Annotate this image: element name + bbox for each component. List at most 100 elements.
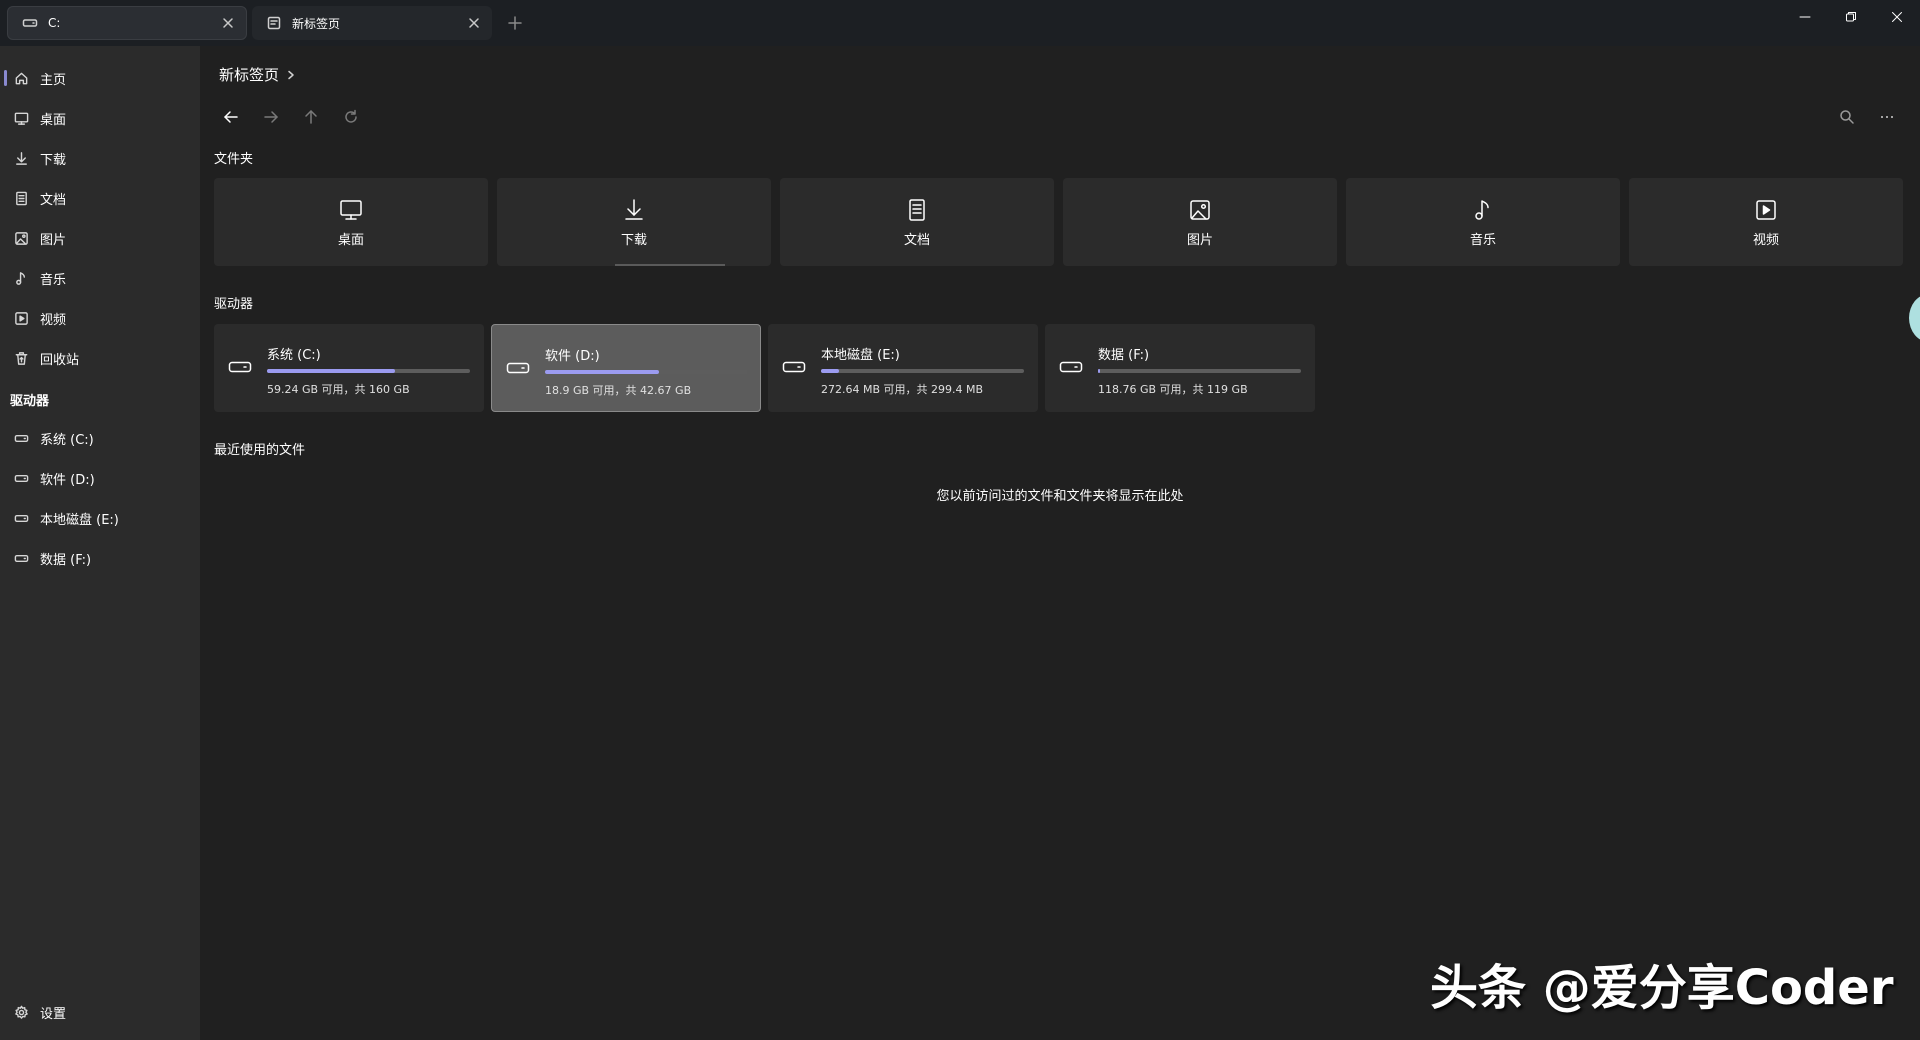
close-icon [1892, 12, 1902, 22]
page-icon [267, 16, 281, 30]
arrow-left-icon [224, 111, 238, 123]
drive-usage-text: 18.9 GB 可用，共 42.67 GB [545, 384, 692, 397]
sidebar-item-label: 下载 [40, 152, 67, 168]
drive-icon [22, 19, 38, 27]
sidebar-item-home[interactable]: 主页 [0, 60, 200, 96]
sidebar-item-drive-f[interactable]: 数据 (F:) [0, 540, 200, 576]
drive-name: 本地磁盘 (E:) [821, 348, 900, 363]
folder-card-documents[interactable]: 文档 [780, 178, 1054, 266]
folder-card-pictures[interactable]: 图片 [1063, 178, 1337, 266]
video-icon [1756, 199, 1776, 220]
video-icon [15, 311, 28, 325]
sidebar-item-label: 音乐 [40, 272, 67, 288]
sidebar-item-label: 视频 [40, 312, 67, 328]
sidebar-item-drive-c[interactable]: 系统 (C:) [0, 420, 200, 456]
drive-usage-text: 59.24 GB 可用，共 160 GB [267, 383, 410, 396]
sidebar-item-label: 图片 [40, 232, 67, 248]
sidebar-item-label: 桌面 [40, 112, 67, 128]
sidebar-item-recycle-bin[interactable]: 回收站 [0, 340, 200, 376]
drive-name: 系统 (C:) [267, 348, 321, 363]
folders-section-title: 文件夹 [214, 152, 254, 167]
desktop-icon [14, 112, 29, 125]
folder-card-label: 图片 [1186, 232, 1213, 248]
sidebar-item-label: 本地磁盘 (E:) [40, 512, 119, 528]
breadcrumb[interactable]: 新标签页 [219, 64, 297, 85]
chevron-right-icon[interactable] [285, 69, 297, 81]
sidebar-item-drive-e[interactable]: 本地磁盘 (E:) [0, 500, 200, 536]
gear-icon [15, 1005, 28, 1019]
sidebar-item-pictures[interactable]: 图片 [0, 220, 200, 256]
drive-icon [506, 362, 530, 374]
folder-card-label: 文档 [903, 232, 930, 248]
sidebar: 主页 桌面 下载 文档 图片 音乐 视频 回收站 驱动器 系统 (C:) 软件 … [0, 46, 200, 1040]
main-content: 新标签页 文件夹 桌面 下载 文档 图片 音乐 视频 驱动器 系统 (C:) 5… [200, 46, 1920, 1040]
drive-card-e[interactable]: 本地磁盘 (E:) 272.64 MB 可用，共 299.4 MB [768, 324, 1038, 412]
desktop-icon [340, 199, 362, 220]
sidebar-item-label: 回收站 [40, 352, 80, 368]
sidebar-item-videos[interactable]: 视频 [0, 300, 200, 336]
document-icon [909, 198, 925, 221]
restore-button[interactable] [1836, 7, 1866, 27]
breadcrumb-item[interactable]: 新标签页 [219, 64, 279, 85]
folder-card-videos[interactable]: 视频 [1629, 178, 1903, 266]
search-button[interactable] [1836, 106, 1858, 128]
search-icon [1840, 110, 1854, 124]
back-button[interactable] [220, 106, 242, 128]
close-window-button[interactable] [1882, 7, 1912, 27]
sidebar-item-settings[interactable]: 设置 [0, 994, 200, 1030]
folder-card-label: 音乐 [1469, 232, 1496, 248]
sidebar-item-label: 软件 (D:) [40, 472, 95, 488]
tab-drive-c[interactable]: C: [7, 6, 247, 40]
download-icon [16, 151, 27, 165]
refresh-icon [345, 109, 357, 123]
sidebar-item-label: 设置 [40, 1006, 67, 1022]
drive-card-c[interactable]: 系统 (C:) 59.24 GB 可用，共 160 GB [214, 324, 484, 412]
more-icon [1881, 116, 1893, 118]
close-icon[interactable] [466, 15, 482, 31]
drive-icon [14, 474, 29, 482]
folder-card-downloads[interactable]: 下载 [497, 178, 771, 266]
drive-name: 软件 (D:) [545, 349, 600, 364]
drive-usage-bar [545, 370, 748, 374]
sidebar-item-music[interactable]: 音乐 [0, 260, 200, 296]
drive-card-d[interactable]: 软件 (D:) 18.9 GB 可用，共 42.67 GB [491, 324, 761, 412]
tab-new-tab[interactable]: 新标签页 [252, 6, 492, 40]
folder-card-desktop[interactable]: 桌面 [214, 178, 488, 266]
tab-label: C: [48, 16, 61, 30]
drive-name: 数据 (F:) [1098, 348, 1150, 363]
drive-usage-text: 272.64 MB 可用，共 299.4 MB [821, 383, 984, 396]
sidebar-item-drive-d[interactable]: 软件 (D:) [0, 460, 200, 496]
forward-button[interactable] [260, 106, 282, 128]
tab-label: 新标签页 [292, 16, 341, 31]
home-icon [15, 72, 28, 84]
close-icon[interactable] [220, 15, 236, 31]
title-bar: C: 新标签页 [0, 0, 1920, 46]
drive-usage-text: 118.76 GB 可用，共 119 GB [1098, 383, 1248, 396]
plus-icon[interactable] [506, 14, 524, 32]
sidebar-item-label: 主页 [40, 72, 67, 88]
refresh-button[interactable] [340, 106, 362, 128]
drive-usage-bar [267, 369, 470, 373]
drive-usage-fill [1098, 369, 1101, 373]
drive-usage-fill [545, 370, 659, 374]
sidebar-item-documents[interactable]: 文档 [0, 180, 200, 216]
drive-usage-bar [821, 369, 1024, 373]
sidebar-section-drives: 驱动器 [10, 394, 50, 409]
more-options-button[interactable] [1876, 106, 1898, 128]
minimize-icon [1799, 16, 1811, 18]
recent-empty-message: 您以前访问过的文件和文件夹将显示在此处 [936, 489, 1184, 504]
folder-card-label: 下载 [620, 232, 647, 248]
drive-card-f[interactable]: 数据 (F:) 118.76 GB 可用，共 119 GB [1045, 324, 1315, 412]
drive-icon [782, 361, 806, 373]
drive-icon [228, 361, 252, 373]
sidebar-item-downloads[interactable]: 下载 [0, 140, 200, 176]
sidebar-item-desktop[interactable]: 桌面 [0, 100, 200, 136]
drive-icon [14, 554, 29, 562]
minimize-button[interactable] [1790, 7, 1820, 27]
restore-icon [1846, 12, 1856, 22]
up-button[interactable] [300, 106, 322, 128]
sidebar-item-label: 系统 (C:) [40, 432, 94, 448]
document-icon [16, 191, 27, 205]
drive-icon [1059, 361, 1083, 373]
folder-card-music[interactable]: 音乐 [1346, 178, 1620, 266]
